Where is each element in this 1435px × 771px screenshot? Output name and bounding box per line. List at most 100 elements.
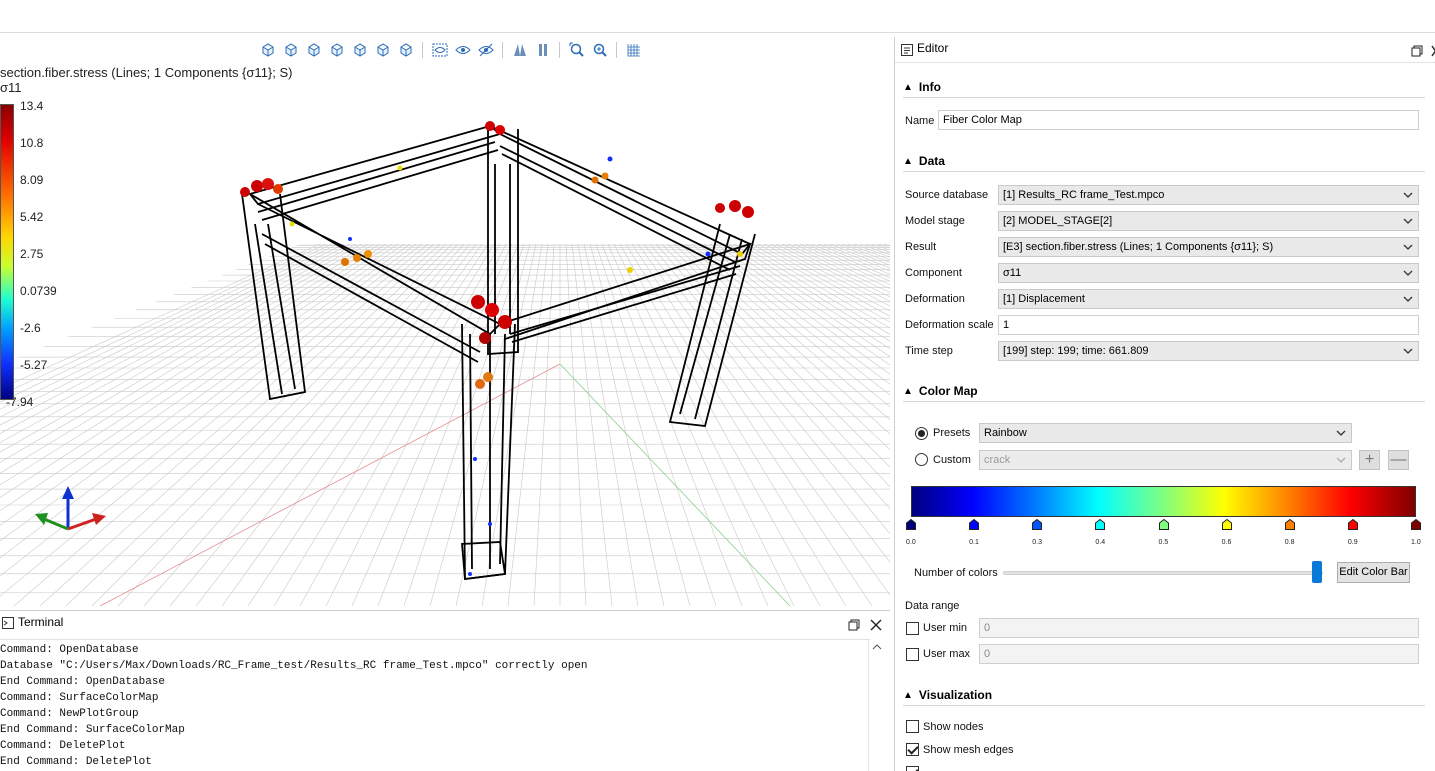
collapse-icon: ▲ bbox=[903, 156, 913, 167]
terminal-line: End Command: OpenDatabase bbox=[0, 676, 166, 688]
color-stop-marker[interactable] bbox=[1347, 518, 1358, 530]
terminal-float-icon[interactable] bbox=[846, 617, 862, 633]
view-back-icon[interactable] bbox=[304, 41, 323, 60]
remove-colormap-button[interactable]: — bbox=[1388, 450, 1409, 470]
data-row-dropdown[interactable]: [1] Results_RC frame_Test.mpco bbox=[998, 185, 1419, 205]
custom-dropdown[interactable]: crack bbox=[979, 450, 1352, 470]
color-stop-marker[interactable] bbox=[1411, 518, 1421, 530]
data-row-label: Model stage bbox=[905, 215, 965, 227]
view-front-icon[interactable] bbox=[281, 41, 300, 60]
data-row-label: Deformation scale bbox=[905, 319, 994, 331]
data-row-value: 1 bbox=[1003, 319, 1010, 331]
num-colors-slider[interactable] bbox=[1003, 571, 1323, 575]
fiber-markers bbox=[240, 121, 754, 576]
custom-radio[interactable] bbox=[915, 453, 928, 466]
zoom-fit-icon[interactable] bbox=[567, 41, 586, 60]
visibility-icon[interactable] bbox=[430, 41, 449, 60]
colormap-gradient[interactable] bbox=[911, 486, 1416, 517]
chevron-down-icon bbox=[1336, 430, 1346, 436]
editor-icon bbox=[901, 44, 913, 56]
show-mesh-edges-label: Show mesh edges bbox=[923, 744, 1014, 756]
data-row-dropdown[interactable]: σ11 bbox=[998, 263, 1419, 283]
chevron-down-icon bbox=[1403, 218, 1413, 224]
data-row-value: σ11 bbox=[1003, 267, 1022, 279]
data-row-label: Component bbox=[905, 267, 962, 279]
color-stop-marker[interactable] bbox=[1284, 518, 1295, 530]
terminal-icon bbox=[2, 617, 14, 629]
chevron-down-icon bbox=[1403, 244, 1413, 250]
color-stop-marker[interactable] bbox=[1158, 518, 1169, 530]
color-stop-marker[interactable] bbox=[969, 518, 980, 530]
terminal-title: Terminal bbox=[18, 615, 64, 629]
num-colors-slider-handle[interactable] bbox=[1311, 561, 1322, 583]
view-top-icon[interactable] bbox=[373, 41, 392, 60]
add-colormap-button[interactable]: + bbox=[1359, 450, 1380, 470]
colorbar-tick-label: -2.6 bbox=[20, 321, 41, 335]
show-nodes-checkbox[interactable] bbox=[906, 720, 919, 733]
x-axis-line bbox=[99, 363, 561, 606]
colormap-section-header[interactable]: ▲ Color Map bbox=[903, 380, 1425, 402]
show-icon[interactable] bbox=[453, 41, 472, 60]
3d-viewport[interactable]: section.fiber.stress (Lines; 1 Component… bbox=[0, 34, 890, 606]
presets-radio[interactable] bbox=[915, 427, 928, 440]
user-max-label: User max bbox=[923, 648, 971, 660]
presets-dropdown[interactable]: Rainbow bbox=[979, 423, 1352, 443]
view-toolbar bbox=[258, 40, 643, 60]
toolbar-separator bbox=[422, 42, 423, 58]
show-nodes-label: Show nodes bbox=[923, 721, 984, 733]
color-stop-marker[interactable] bbox=[1095, 518, 1106, 530]
component-label: σ11 bbox=[0, 80, 22, 95]
scroll-up-icon[interactable] bbox=[872, 643, 882, 651]
visualization-section-header[interactable]: ▲ Visualization bbox=[903, 684, 1425, 706]
user-max-input[interactable]: 0 bbox=[979, 644, 1419, 664]
parallel-icon[interactable] bbox=[533, 41, 552, 60]
editor-close-icon[interactable] bbox=[1427, 43, 1435, 59]
data-row-dropdown[interactable]: [E3] section.fiber.stress (Lines; 1 Comp… bbox=[998, 237, 1419, 257]
data-row-label: Time step bbox=[905, 345, 953, 357]
editor-title: Editor bbox=[917, 41, 949, 55]
terminal-line: Database "C:/Users/Max/Downloads/RC_Fram… bbox=[0, 660, 588, 672]
name-label: Name bbox=[905, 115, 935, 127]
next-option-checkbox[interactable] bbox=[906, 766, 919, 771]
deformation-scale-input[interactable]: 1 bbox=[998, 315, 1419, 335]
color-stop-marker[interactable] bbox=[1221, 518, 1232, 530]
data-row-dropdown[interactable]: [2] MODEL_STAGE[2] bbox=[998, 211, 1419, 231]
grid-icon[interactable] bbox=[624, 41, 643, 60]
view-bottom-icon[interactable] bbox=[396, 41, 415, 60]
zoom-region-icon[interactable] bbox=[590, 41, 609, 60]
color-stop-label: 1.0 bbox=[1411, 539, 1421, 546]
user-min-checkbox[interactable] bbox=[906, 622, 919, 635]
terminal-output[interactable]: Command: OpenDatabase Database "C:/Users/… bbox=[0, 639, 870, 771]
data-row-dropdown[interactable]: [199] step: 199; time: 661.809 bbox=[998, 341, 1419, 361]
ground-grid bbox=[0, 244, 890, 606]
view-left-icon[interactable] bbox=[327, 41, 346, 60]
presets-value: Rainbow bbox=[984, 427, 1027, 439]
data-row-label: Result bbox=[905, 241, 937, 253]
colorbar-tick-label: 10.8 bbox=[20, 136, 44, 150]
color-stop-label: 0.6 bbox=[1221, 539, 1232, 546]
perspective-icon[interactable] bbox=[510, 41, 529, 60]
info-section-header[interactable]: ▲ Info bbox=[903, 76, 1425, 98]
view-iso-icon[interactable] bbox=[258, 41, 277, 60]
user-min-input[interactable]: 0 bbox=[979, 618, 1419, 638]
editor-panel: Editor ▲ Info Name Fiber Color Map ▲ Data … bbox=[894, 37, 1435, 771]
user-max-checkbox[interactable] bbox=[906, 648, 919, 661]
terminal-line: Command: SurfaceColorMap bbox=[0, 692, 159, 704]
hide-icon[interactable] bbox=[476, 41, 495, 60]
colorbar-tick-label: 13.4 bbox=[20, 99, 44, 113]
color-stop-marker[interactable] bbox=[906, 518, 916, 530]
data-row-dropdown[interactable]: [1] Displacement bbox=[998, 289, 1419, 309]
editor-float-icon[interactable] bbox=[1409, 43, 1425, 59]
show-mesh-edges-checkbox[interactable] bbox=[906, 743, 919, 756]
data-section-header[interactable]: ▲ Data bbox=[903, 150, 1425, 172]
frame-wireframe bbox=[241, 125, 756, 581]
toolbar-separator bbox=[616, 42, 617, 58]
terminal-close-icon[interactable] bbox=[868, 617, 884, 633]
color-stop-marker[interactable] bbox=[1032, 518, 1043, 530]
edit-color-bar-button[interactable]: Edit Color Bar bbox=[1337, 562, 1410, 583]
view-right-icon[interactable] bbox=[350, 41, 369, 60]
name-input[interactable]: Fiber Color Map bbox=[938, 110, 1419, 130]
chevron-down-icon bbox=[1403, 296, 1413, 302]
model-render[interactable] bbox=[0, 34, 890, 606]
terminal-scrollbar[interactable] bbox=[868, 639, 884, 771]
